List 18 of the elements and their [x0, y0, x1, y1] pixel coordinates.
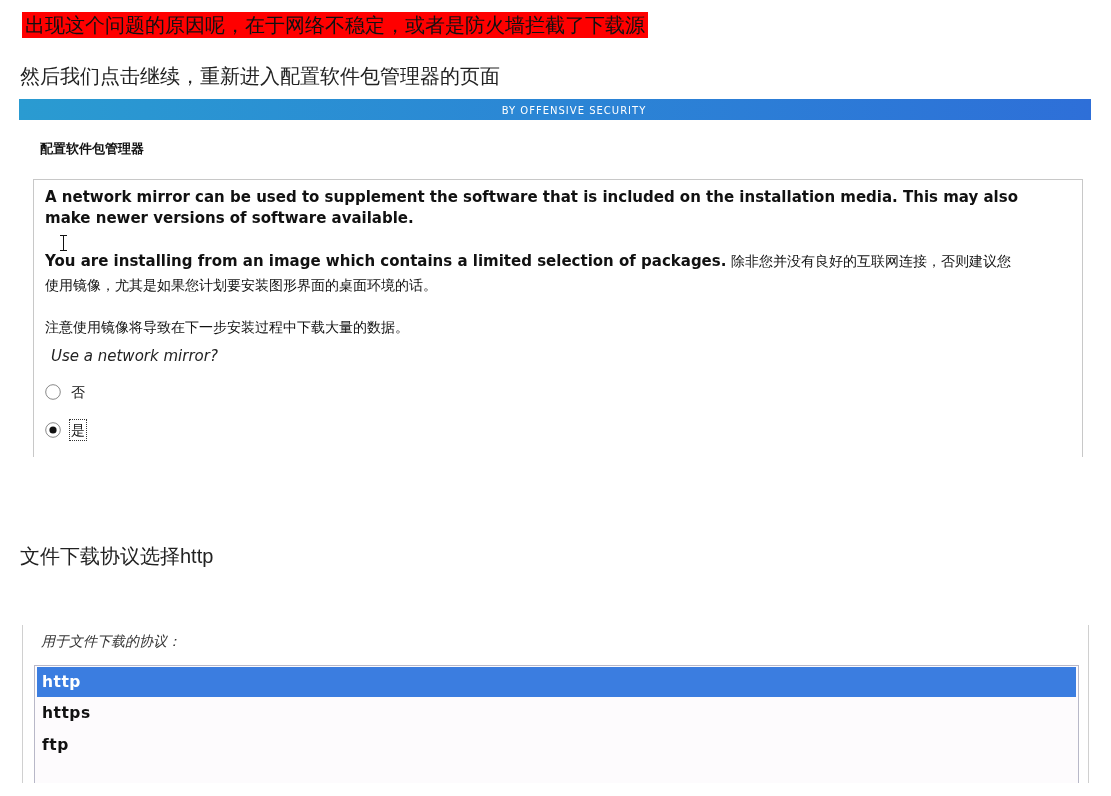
paragraph: 文件下载协议选择http — [20, 544, 215, 569]
page-title: 配置软件包管理器 — [40, 140, 145, 158]
paragraph: 注意使用镜像将导致在下一步安装过程中下载大量的数据。 — [45, 317, 410, 337]
paragraph: 然后我们点击继续，重新进入配置软件包管理器的页面 — [20, 64, 501, 89]
banner-text: BY OFFENSIVE SECURITY — [501, 104, 647, 118]
option-label[interactable]: 否 — [69, 381, 87, 403]
radio-button[interactable] — [45, 422, 61, 438]
text-cursor-icon — [60, 234, 67, 251]
question-label: Use a network mirror? — [51, 345, 219, 367]
list-item[interactable]: ftp — [37, 729, 1076, 761]
radio-button[interactable] — [45, 384, 61, 400]
highlighted-note: 出现这个问题的原因呢，在于网络不稳定，或者是防火墙拦截了下载源 — [22, 12, 648, 38]
list-item[interactable]: https — [37, 697, 1076, 729]
list-label: 用于文件下载的协议： — [41, 632, 182, 651]
option-label[interactable]: 是 — [69, 419, 87, 441]
list-item[interactable]: http — [37, 667, 1076, 697]
paragraph: A network mirror can be used to supplement the software that is included on the installation media. This may also make newer versions of software available. — [45, 186, 1019, 229]
paragraph: You are installing from an image which contains a limited selection of packages. 除非您并没有良好的互联网连接，否则建议您使用镜像，尤其是如果您计划要安装图形界面的桌面环境的话。 — [45, 250, 1012, 295]
